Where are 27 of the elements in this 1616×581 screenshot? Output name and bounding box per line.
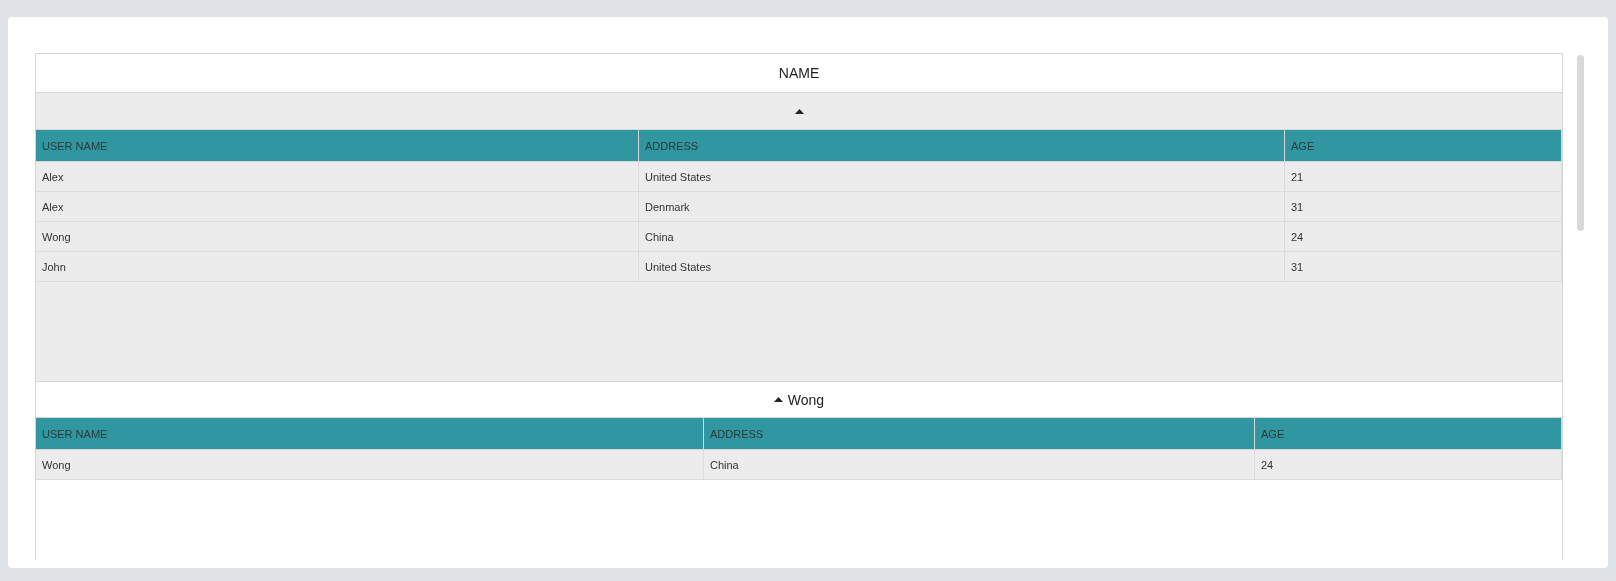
table-cell: Denmark xyxy=(639,192,1285,222)
table-cell: 24 xyxy=(1285,222,1562,252)
table-cell: Alex xyxy=(36,162,639,192)
column-header[interactable]: AGE xyxy=(1255,418,1562,450)
table-cell: 31 xyxy=(1285,192,1562,222)
table-cell: Alex xyxy=(36,192,639,222)
column-header[interactable]: USER NAME xyxy=(36,418,704,450)
column-header[interactable]: ADDRESS xyxy=(704,418,1255,450)
table-cell: 31 xyxy=(1285,252,1562,282)
group-by-header: NAME xyxy=(778,65,820,81)
group-toggle[interactable]: Wong xyxy=(771,389,827,410)
table-cell: China xyxy=(639,222,1285,252)
collapse-arrow-icon xyxy=(794,108,804,114)
column-header[interactable]: AGE xyxy=(1285,130,1562,162)
table-cell: Wong xyxy=(36,222,639,252)
table-cell: John xyxy=(36,252,639,282)
group-toggle[interactable] xyxy=(792,106,806,116)
table-cell: 24 xyxy=(1255,450,1562,480)
table-cell: Wong xyxy=(36,450,704,480)
table-cell: China xyxy=(704,450,1255,480)
scrollbar-thumb[interactable] xyxy=(1577,55,1584,231)
table-cell: United States xyxy=(639,252,1285,282)
table-cell: United States xyxy=(639,162,1285,192)
table-cell: 21 xyxy=(1285,162,1562,192)
column-header[interactable]: ADDRESS xyxy=(639,130,1285,162)
column-header[interactable]: USER NAME xyxy=(36,130,639,162)
collapse-arrow-icon xyxy=(773,397,783,402)
